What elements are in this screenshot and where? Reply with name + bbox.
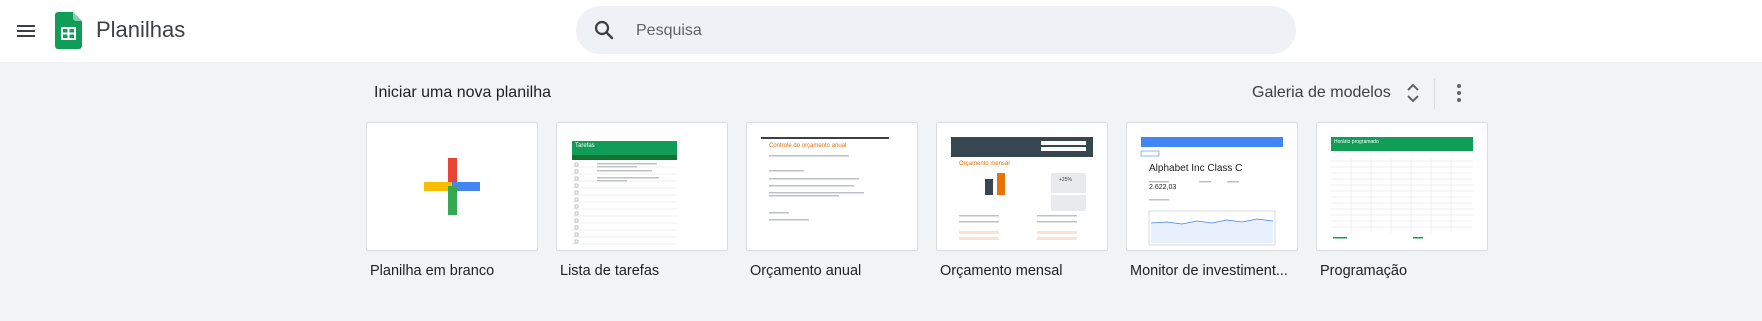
template-card-tasks[interactable]: Tarefas xyxy=(556,122,728,251)
blank-plus-icon xyxy=(424,158,480,215)
sheets-logo-icon[interactable] xyxy=(55,12,82,49)
monitor-thumb-title: Alphabet Inc Class C xyxy=(1149,163,1243,174)
more-vert-icon xyxy=(1457,83,1461,104)
template-gallery-button[interactable]: Galeria de modelos xyxy=(1252,78,1421,108)
search-icon[interactable] xyxy=(592,18,616,42)
annual-thumb-title: Controle do orçamento anual xyxy=(769,143,847,149)
search-input[interactable] xyxy=(634,6,1278,56)
app-header: Planilhas xyxy=(0,0,1762,62)
unfold-icon xyxy=(1407,83,1419,103)
app-title[interactable]: Planilhas xyxy=(96,17,185,43)
template-card-schedule[interactable]: Horário programado xyxy=(1316,122,1488,251)
header-divider xyxy=(1434,79,1435,109)
template-label: Orçamento mensal xyxy=(940,263,1063,279)
template-card-blank[interactable] xyxy=(366,122,538,251)
template-card-investment-monitor[interactable]: Alphabet Inc Class C 2.622,03 xyxy=(1126,122,1298,251)
tasks-thumb-title: Tarefas xyxy=(575,143,595,149)
monthly-thumb-pct: +25% xyxy=(1059,177,1072,183)
hamburger-menu-icon xyxy=(17,25,35,37)
search-bar[interactable] xyxy=(576,6,1296,56)
template-card-monthly-budget[interactable]: Orçamento mensal +25% xyxy=(936,122,1108,251)
monthly-thumb-title: Orçamento mensal xyxy=(959,161,1010,167)
template-label: Monitor de investiment... xyxy=(1130,263,1288,279)
template-label: Lista de tarefas xyxy=(560,263,660,279)
template-card-annual-budget[interactable]: Controle do orçamento anual xyxy=(746,122,918,251)
schedule-thumb-title: Horário programado xyxy=(1334,139,1379,145)
monthly-budget-thumbnail xyxy=(951,137,1093,240)
new-spreadsheet-heading: Iniciar uma nova planilha xyxy=(374,84,551,101)
monitor-thumb-price: 2.622,03 xyxy=(1149,184,1177,191)
main-menu-button[interactable] xyxy=(6,11,46,51)
more-options-button[interactable] xyxy=(1443,76,1475,110)
template-gallery-label: Galeria de modelos xyxy=(1252,84,1391,101)
template-label: Programação xyxy=(1320,263,1408,279)
template-label: Orçamento anual xyxy=(750,263,862,279)
template-label: Planilha em branco xyxy=(370,263,495,279)
